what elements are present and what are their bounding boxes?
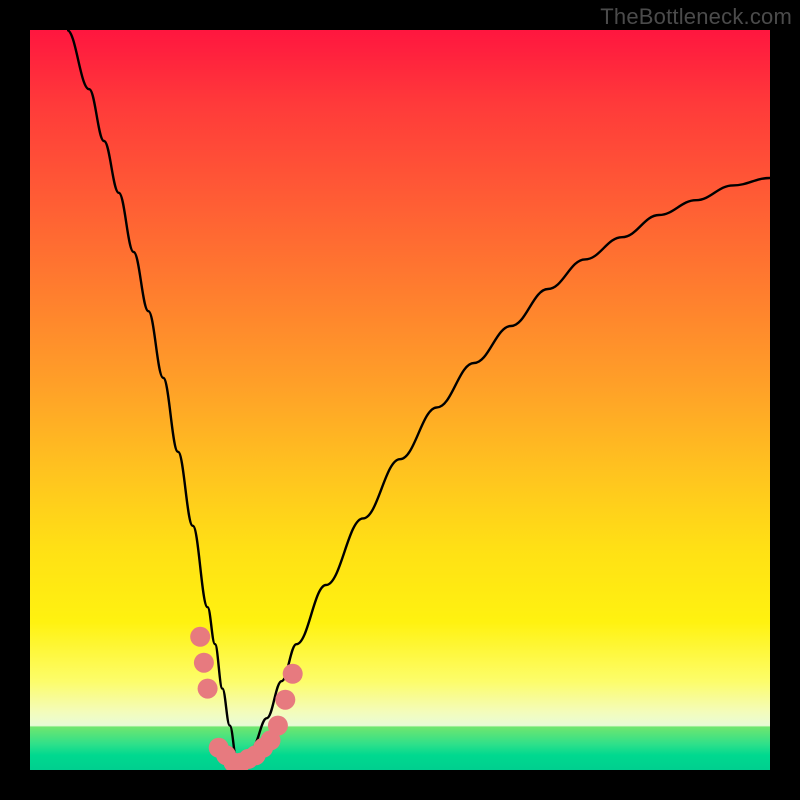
curve-layer xyxy=(30,30,770,770)
chart-frame: TheBottleneck.com xyxy=(0,0,800,800)
marker-dot xyxy=(283,664,303,684)
curve-path xyxy=(67,30,770,763)
marker-dot xyxy=(275,690,295,710)
bottleneck-curve xyxy=(67,30,770,763)
marker-dot xyxy=(268,716,288,736)
marker-dot xyxy=(190,627,210,647)
watermark-text: TheBottleneck.com xyxy=(600,4,792,30)
marker-dot xyxy=(198,679,218,699)
highlighted-points xyxy=(190,627,303,770)
marker-dot xyxy=(194,653,214,673)
plot-area xyxy=(30,30,770,770)
